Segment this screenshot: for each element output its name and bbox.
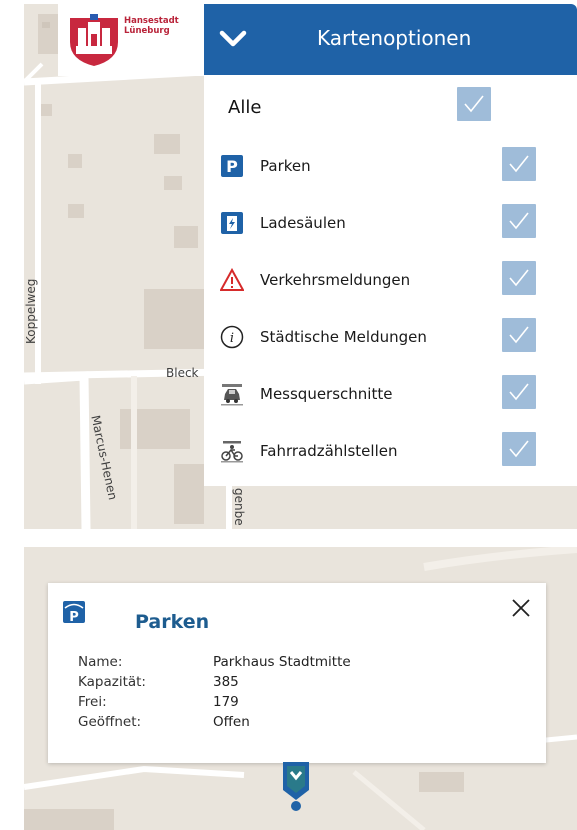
map-view-bottom[interactable]: P Parken Name: Parkhaus Stadtmitte Kapaz… bbox=[24, 547, 577, 830]
svg-text:P: P bbox=[226, 157, 238, 176]
logo-line-1: Hansestadt bbox=[124, 16, 179, 26]
parking-icon: P bbox=[221, 155, 243, 177]
detail-label-open: Geöffnet: bbox=[78, 714, 142, 730]
checkmark-icon bbox=[509, 155, 529, 173]
checkbox-fahrradzaehlstellen[interactable] bbox=[502, 432, 536, 466]
coat-of-arms-icon bbox=[70, 14, 118, 66]
parking-garage-icon: P bbox=[63, 601, 85, 624]
checkbox-messquerschnitte[interactable] bbox=[502, 375, 536, 409]
checkbox-verkehrsmeldungen[interactable] bbox=[502, 261, 536, 295]
checkbox-staedtische-meldungen[interactable] bbox=[502, 318, 536, 352]
option-label-verkehrsmeldungen: Verkehrsmeldungen bbox=[260, 271, 411, 289]
bicycle-counter-icon bbox=[221, 441, 243, 463]
option-label-messquerschnitte: Messquerschnitte bbox=[260, 385, 393, 403]
map-marker-icon[interactable] bbox=[279, 762, 313, 812]
checkmark-icon bbox=[509, 212, 529, 230]
logo-text: Hansestadt Lüneburg bbox=[124, 16, 179, 36]
checkmark-icon bbox=[509, 440, 529, 458]
all-label: Alle bbox=[228, 97, 262, 118]
city-logo[interactable]: Hansestadt Lüneburg bbox=[58, 4, 204, 76]
info-icon: i bbox=[220, 325, 244, 349]
traffic-counter-car-icon bbox=[221, 384, 243, 406]
map-options-menu: Kartenoptionen Alle P Parken Ladesäulen … bbox=[204, 4, 577, 486]
option-label-fahrradzaehlstellen: Fahrradzählstellen bbox=[260, 442, 398, 460]
checkmark-icon bbox=[509, 269, 529, 287]
warning-triangle-icon bbox=[220, 268, 244, 291]
checkmark-icon bbox=[509, 326, 529, 344]
close-icon[interactable] bbox=[510, 597, 532, 619]
detail-label-name: Name: bbox=[78, 654, 123, 670]
detail-label-free: Frei: bbox=[78, 694, 107, 710]
option-label-parken: Parken bbox=[260, 157, 311, 175]
options-header[interactable]: Kartenoptionen bbox=[204, 4, 577, 75]
checkbox-all[interactable] bbox=[457, 87, 491, 121]
options-title: Kartenoptionen bbox=[317, 26, 472, 50]
checkmark-icon bbox=[464, 95, 484, 113]
street-label-koppelweg: Koppelweg bbox=[24, 278, 38, 344]
parking-info-popup: P Parken Name: Parkhaus Stadtmitte Kapaz… bbox=[48, 583, 546, 763]
detail-value-capacity: 385 bbox=[213, 674, 239, 690]
detail-value-name: Parkhaus Stadtmitte bbox=[213, 654, 351, 670]
svg-text:P: P bbox=[69, 610, 79, 624]
charging-station-icon bbox=[221, 212, 243, 234]
option-label-ladesaeulen: Ladesäulen bbox=[260, 214, 346, 232]
checkbox-parken[interactable] bbox=[502, 147, 536, 181]
option-label-staedtische-meldungen: Städtische Meldungen bbox=[260, 328, 427, 346]
checkmark-icon bbox=[509, 383, 529, 401]
map-view-top[interactable]: Koppelweg Bleck Marcus-Henen genbe Hanse… bbox=[24, 4, 577, 529]
logo-line-2: Lüneburg bbox=[124, 26, 170, 36]
detail-value-free: 179 bbox=[213, 694, 239, 710]
popup-title: Parken bbox=[135, 611, 210, 633]
street-label-bleck: Bleck bbox=[166, 366, 199, 380]
svg-text:i: i bbox=[230, 331, 234, 346]
chevron-down-icon[interactable] bbox=[218, 28, 248, 50]
detail-value-open: Offen bbox=[213, 714, 250, 730]
checkbox-ladesaeulen[interactable] bbox=[502, 204, 536, 238]
street-label-genbe: genbe bbox=[232, 488, 246, 526]
detail-label-capacity: Kapazität: bbox=[78, 674, 146, 690]
